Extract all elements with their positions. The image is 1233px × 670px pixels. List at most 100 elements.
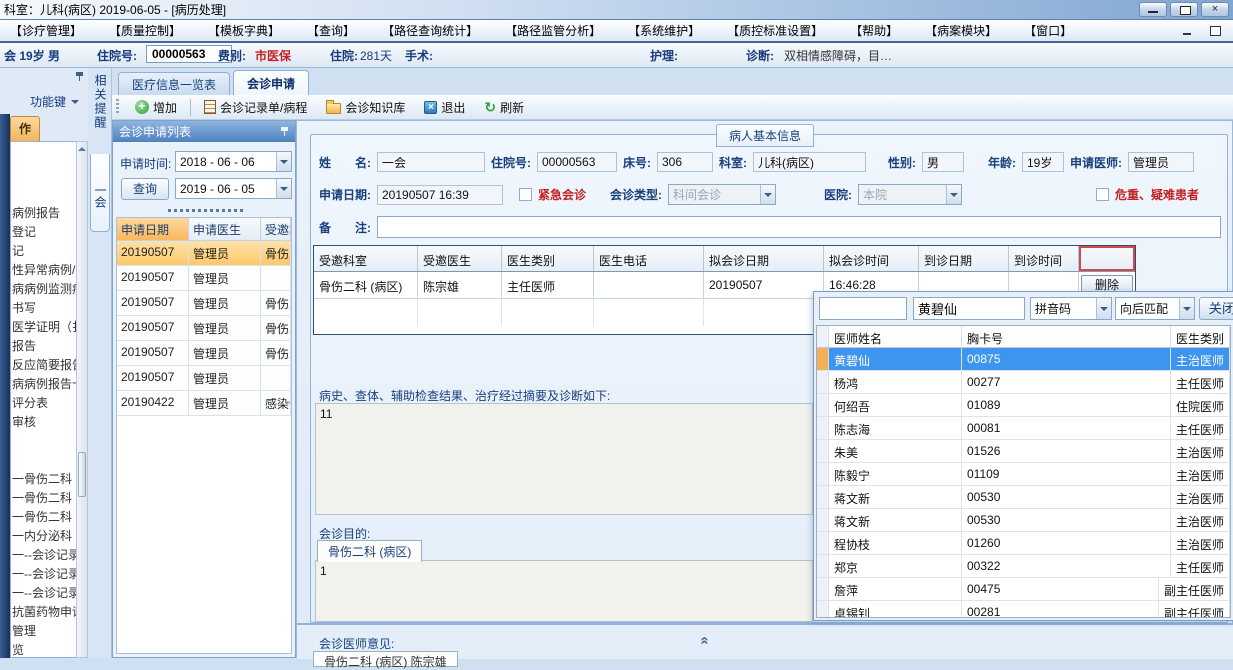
dropdown-button[interactable] (1179, 298, 1194, 319)
match-direction-select[interactable]: 向后匹配 (1115, 297, 1195, 320)
sidebar-menu-item[interactable]: 评分表 (11, 394, 76, 413)
close-icon[interactable]: × (1201, 2, 1229, 17)
column-header-date[interactable]: 申请日期 (117, 218, 189, 240)
menu-item[interactable]: 【质量控制】 (109, 22, 181, 39)
history-textarea[interactable]: 11 (315, 403, 813, 515)
collapse-icon[interactable]: « (697, 636, 714, 644)
minimize-icon[interactable] (1139, 2, 1167, 17)
sidebar-menu-item[interactable]: 管理 (11, 622, 76, 641)
dropdown-button[interactable] (1096, 298, 1111, 319)
sidebar-menu-item[interactable] (11, 451, 76, 470)
mdi-minimize-icon[interactable] (1181, 25, 1197, 37)
bed-field[interactable]: 306 (657, 152, 713, 172)
column-header[interactable]: 拟会诊时间 (824, 246, 919, 271)
patient-vertical-tab[interactable]: 一会 (90, 154, 110, 232)
menu-item[interactable]: 【路径监管分析】 (505, 22, 601, 39)
menu-item[interactable]: 【窗口】 (1024, 22, 1072, 39)
column-header[interactable]: 受邀医生 (418, 246, 502, 271)
urgent-checkbox[interactable] (519, 188, 532, 201)
sidebar-menu-item[interactable]: 一骨伤二科 (病 (11, 508, 76, 527)
menu-item[interactable]: 【模板字典】 (208, 22, 280, 39)
panel-splitter[interactable] (168, 209, 243, 212)
sidebar-menu-item[interactable] (11, 432, 76, 451)
sidebar-scrollbar[interactable] (76, 141, 88, 658)
sidebar-menu-item[interactable]: 性异常病例/ (11, 261, 76, 280)
work-tab[interactable]: 作 (10, 116, 40, 141)
close-button[interactable]: 关闭 (1199, 297, 1233, 320)
consult-type-select[interactable]: 科间会诊 (668, 184, 777, 205)
function-keys-dropdown[interactable]: 功能键 (30, 93, 80, 110)
column-header[interactable]: 受邀科室 (314, 246, 418, 271)
doctor-row[interactable]: 杨鸿 00277 主任医师 (817, 371, 1230, 394)
dropdown-button[interactable] (760, 185, 776, 204)
doctor-row[interactable]: 黄碧仙 00875 主治医师 (817, 348, 1230, 371)
purpose-textarea[interactable]: 1 (315, 560, 813, 622)
knowledge-base-button[interactable]: 会诊知识库 (320, 96, 411, 119)
sidebar-menu-item[interactable]: 书写 (11, 299, 76, 318)
doctor-row[interactable]: 郑京 00322 主任医师 (817, 555, 1230, 578)
exit-button[interactable]: × 退出 (418, 96, 471, 119)
dropdown-button[interactable] (946, 185, 962, 204)
sidebar-menu-item[interactable]: 医学证明（扌 (11, 318, 76, 337)
sidebar-menu-item[interactable]: 一骨伤二科 (病 (11, 470, 76, 489)
table-row[interactable]: 20190507 管理员 骨伤二 (117, 341, 291, 366)
table-row[interactable]: 20190507 管理员 (117, 366, 291, 391)
column-header[interactable]: 拟会诊日期 (704, 246, 824, 271)
table-row[interactable]: 20190422 管理员 感染性 (117, 391, 291, 416)
doctor-row[interactable]: 陈志海 00081 主任医师 (817, 417, 1230, 440)
sidebar-menu-item[interactable]: 览 (11, 641, 76, 657)
sidebar-menu-item[interactable]: 一--会诊记录 (11, 584, 76, 603)
column-header[interactable]: 医生电话 (594, 246, 704, 271)
tab-medical-overview[interactable]: 医疗信息一览表 (118, 72, 231, 95)
ipno-field[interactable]: 00000563 (537, 152, 617, 172)
restore-icon[interactable] (1170, 2, 1198, 17)
menu-item[interactable]: 【帮助】 (850, 22, 898, 39)
pin-icon[interactable] (75, 71, 84, 82)
table-row[interactable]: 20190507 管理员 骨伤二 (117, 241, 291, 266)
critical-checkbox[interactable] (1096, 188, 1110, 201)
apply-date-field[interactable]: 20190507 16:39 (377, 184, 503, 205)
scrollbar-thumb[interactable] (78, 452, 86, 497)
menu-item[interactable]: 【路径查询统计】 (382, 22, 478, 39)
column-header[interactable]: 到诊时间 (1009, 246, 1079, 271)
add-button[interactable]: + 增加 (129, 96, 183, 119)
dropdown-button[interactable] (276, 179, 291, 198)
sidebar-menu-item[interactable]: 一内分泌科 (病 (11, 527, 76, 546)
sidebar-menu-item[interactable]: 病病例报告卡 (11, 375, 76, 394)
menu-item[interactable]: 【病案模块】 (925, 22, 997, 39)
opinion-dept-tab[interactable]: 骨伤二科 (病区) 陈宗雄 (313, 651, 458, 669)
doctor-row[interactable]: 詹萍 00475 副主任医师 (817, 578, 1230, 601)
column-header[interactable]: 到诊日期 (919, 246, 1009, 271)
age-field[interactable]: 19岁 (1022, 152, 1064, 172)
sidebar-menu-item[interactable]: 登记 (11, 223, 76, 242)
dept-field[interactable]: 儿科(病区) (753, 152, 866, 172)
dropdown-button[interactable] (276, 152, 291, 171)
refresh-button[interactable]: ↻ 刷新 (478, 96, 530, 119)
table-row[interactable]: 20190507 管理员 骨伤二 (117, 291, 291, 316)
column-header-type[interactable]: 医生类别 (1171, 326, 1230, 347)
sidebar-menu-item[interactable]: 病病例监测病 (11, 280, 76, 299)
sidebar-menu-item[interactable]: 反应简要报告 (11, 356, 76, 375)
sidebar-menu-item[interactable]: 一--会诊记录 (11, 565, 76, 584)
purpose-dept-tab[interactable]: 骨伤二科 (病区) (317, 540, 423, 562)
sidebar-menu-item[interactable]: 抗菌药物申请 (11, 603, 76, 622)
doctor-row[interactable]: 程协枝 01260 主治医师 (817, 532, 1230, 555)
doctor-row[interactable]: 何绍吾 01089 住院医师 (817, 394, 1230, 417)
name-field[interactable]: 一会 (377, 152, 485, 172)
doctor-row[interactable]: 陈毅宁 01109 主治医师 (817, 463, 1230, 486)
consult-record-button[interactable]: 会诊记录单/病程 (198, 96, 313, 119)
sidebar-menu-item[interactable]: 病例报告 (11, 204, 76, 223)
scroll-up-icon[interactable] (78, 145, 86, 153)
column-header-doctor[interactable]: 申请医生 (189, 218, 261, 240)
table-row[interactable]: 20190507 管理员 骨伤二 (117, 316, 291, 341)
sidebar-menu-item[interactable]: 记 (11, 242, 76, 261)
remark-input[interactable] (377, 216, 1221, 238)
menu-item[interactable]: 【系统维护】 (628, 22, 700, 39)
hospital-select[interactable]: 本院 (858, 184, 963, 205)
doctor-name-input[interactable] (913, 297, 1025, 320)
match-mode-select[interactable]: 拼音码 (1030, 297, 1112, 320)
tab-consult-request[interactable]: 会诊申请 (233, 70, 310, 95)
date-from-picker[interactable]: 2018 - 06 - 06 (175, 151, 292, 172)
doctor-row[interactable]: 蒋文新 00530 主治医师 (817, 486, 1230, 509)
date-to-picker[interactable]: 2019 - 06 - 05 (175, 178, 292, 199)
